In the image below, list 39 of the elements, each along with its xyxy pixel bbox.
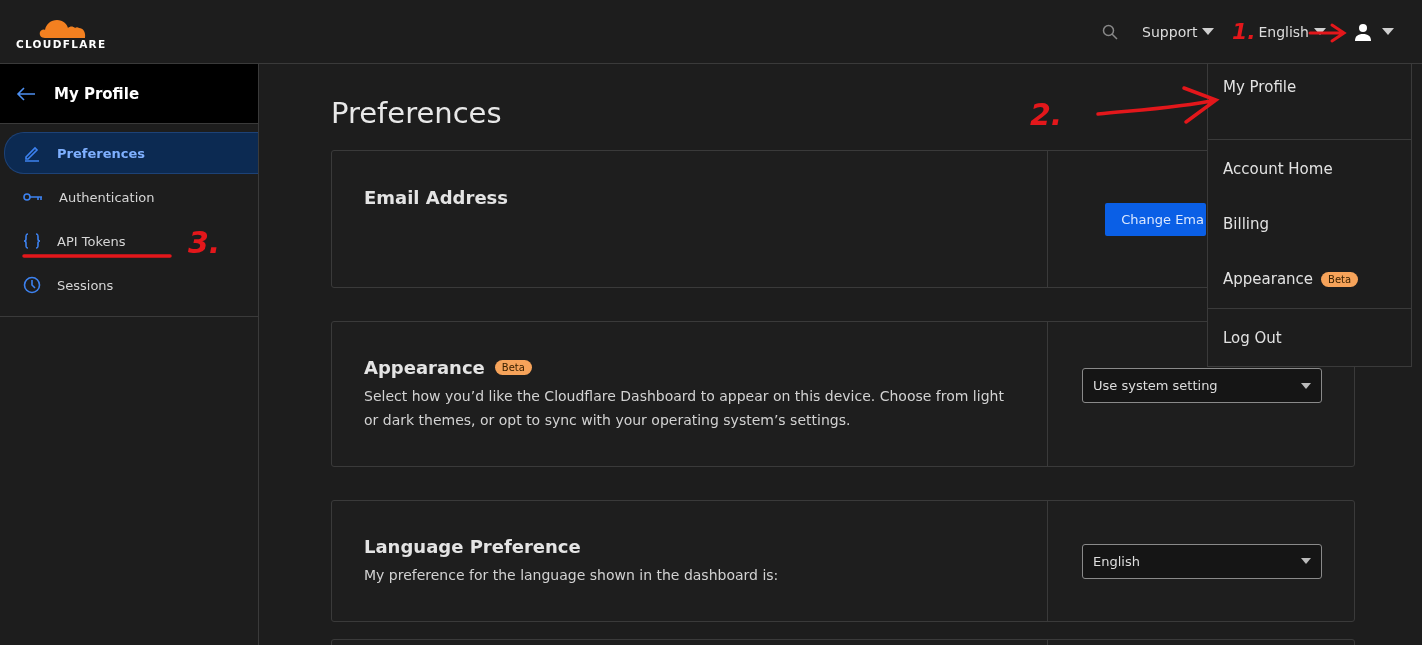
braces-icon [23, 232, 41, 250]
beta-badge: Beta [1321, 271, 1359, 287]
sidebar-item[interactable]: API Tokens [4, 220, 134, 262]
caret-icon [1301, 558, 1311, 564]
user-icon[interactable] [1354, 22, 1372, 41]
dropdown-select[interactable]: Use system setting [1082, 368, 1322, 403]
menu-item[interactable]: Account Home [1208, 141, 1411, 197]
annotation-arrow [1308, 22, 1348, 42]
search-icon[interactable] [1102, 23, 1119, 40]
annotation-number: 2. [1030, 100, 1063, 130]
dropdown-select[interactable]: English [1082, 543, 1322, 579]
caret-icon [1301, 382, 1311, 389]
logo-wordmark: CLOUDFLARE [16, 37, 107, 50]
menu-item[interactable]: Appearance Beta [1208, 251, 1411, 307]
card-description: Select how you’d like the Cloudflare Dashboard to appear on this device. Choose from light or dark themes, or opt to sync with your operating system’s settings. [364, 386, 1005, 430]
card-description: My preference for the language shown in the dashboard is: [364, 565, 780, 585]
caret-icon [1202, 27, 1215, 36]
sidebar-item[interactable]: Authentication [4, 176, 163, 218]
clock-icon [23, 276, 41, 294]
back-arrow-icon[interactable] [16, 86, 36, 101]
sidebar-item[interactable]: Preferences [4, 132, 258, 174]
sidebar-item[interactable]: Sessions [4, 264, 122, 306]
card-title: Appearance [364, 356, 485, 378]
nav-menu-link[interactable]: English [1258, 23, 1326, 40]
beta-badge: Beta [494, 359, 532, 375]
menu-item[interactable]: Billing [1208, 196, 1411, 252]
change-email-button[interactable]: Change Ema [1105, 202, 1206, 236]
caret-icon [1382, 27, 1394, 36]
annotation-number: 1. [1232, 21, 1256, 43]
menu-item[interactable]: My Profile [1208, 77, 1411, 96]
menu-item[interactable]: Log Out [1208, 310, 1411, 365]
card-title: Email Address [364, 187, 510, 208]
card-title: Language Preference [364, 535, 581, 557]
key-icon [23, 192, 43, 202]
sidebar-title: My Profile [54, 84, 140, 103]
pencil-icon [23, 144, 41, 162]
page-title: Preferences [331, 96, 502, 130]
nav-menu-link[interactable]: Support [1142, 23, 1215, 40]
annotation-number: 3. [188, 228, 221, 258]
